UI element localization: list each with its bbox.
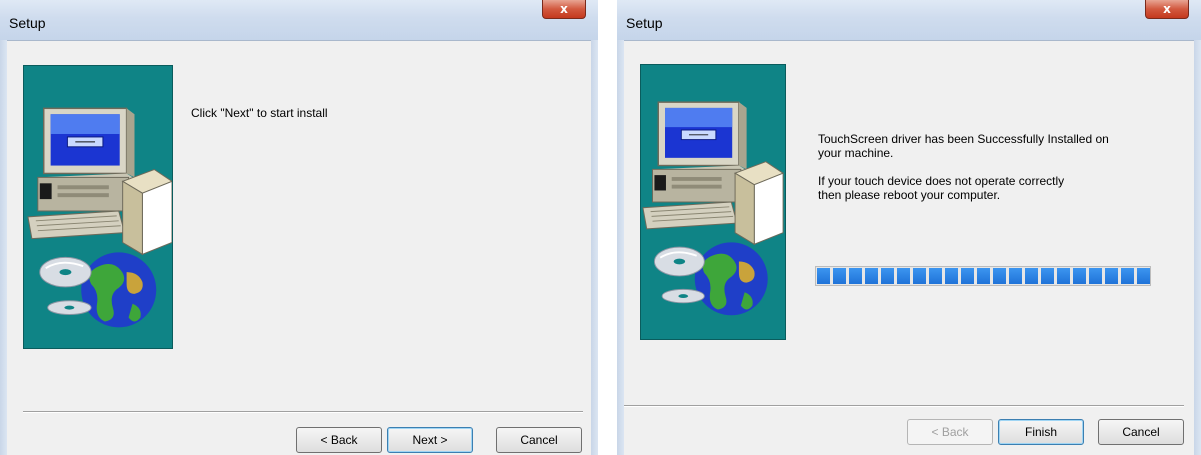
progress-segment — [929, 268, 942, 284]
progress-segment — [1057, 268, 1070, 284]
window-frame-left — [617, 40, 624, 455]
window-title: Setup — [9, 15, 46, 31]
computer-globe-icon — [26, 107, 172, 329]
close-icon: x — [560, 2, 568, 16]
reboot-line-1: If your touch device does not operate co… — [818, 174, 1065, 188]
progress-segment — [1121, 268, 1134, 284]
progress-segment — [1137, 268, 1150, 284]
close-icon: x — [1163, 2, 1171, 16]
window-frame-right — [591, 40, 598, 455]
setup-illustration — [640, 64, 786, 340]
setup-dialog-finish: Setup x TouchScreen driver has been Succ… — [617, 0, 1201, 455]
back-button[interactable]: < Back — [907, 419, 993, 445]
cancel-button[interactable]: Cancel — [1098, 419, 1184, 445]
finish-button[interactable]: Finish — [998, 419, 1084, 445]
progress-segment — [977, 268, 990, 284]
next-button[interactable]: Next > — [387, 427, 473, 453]
progress-segment — [913, 268, 926, 284]
progress-segment — [833, 268, 846, 284]
title-bar[interactable]: Setup x — [0, 0, 598, 41]
success-message: TouchScreen driver has been Successfully… — [818, 132, 1109, 160]
reboot-line-2: then please reboot your computer. — [818, 188, 1001, 202]
install-progress-bar — [815, 266, 1151, 286]
progress-fill — [817, 268, 1150, 284]
progress-segment — [1089, 268, 1102, 284]
button-separator — [23, 411, 583, 413]
success-line-1: TouchScreen driver has been Successfully… — [818, 132, 1109, 146]
progress-segment — [849, 268, 862, 284]
install-prompt: Click "Next" to start install — [191, 106, 328, 120]
close-button[interactable]: x — [1145, 0, 1189, 19]
progress-segment — [945, 268, 958, 284]
progress-segment — [1105, 268, 1118, 284]
progress-segment — [1009, 268, 1022, 284]
success-line-2: your machine. — [818, 146, 894, 160]
progress-segment — [1073, 268, 1086, 284]
progress-segment — [1025, 268, 1038, 284]
progress-segment — [881, 268, 894, 284]
button-separator — [624, 405, 1184, 407]
progress-segment — [961, 268, 974, 284]
setup-illustration — [23, 65, 173, 349]
setup-dialog-start: Setup x Click "Next" to start install < … — [0, 0, 598, 455]
back-button[interactable]: < Back — [296, 427, 382, 453]
window-frame-right — [1194, 40, 1201, 455]
cancel-button[interactable]: Cancel — [496, 427, 582, 453]
progress-segment — [897, 268, 910, 284]
reboot-message: If your touch device does not operate co… — [818, 174, 1064, 202]
progress-segment — [993, 268, 1006, 284]
computer-globe-icon — [641, 101, 785, 317]
progress-segment — [865, 268, 878, 284]
progress-segment — [817, 268, 830, 284]
window-frame-left — [0, 40, 7, 455]
progress-segment — [1041, 268, 1054, 284]
close-button[interactable]: x — [542, 0, 586, 19]
window-title: Setup — [626, 15, 663, 31]
title-bar[interactable]: Setup x — [617, 0, 1201, 41]
